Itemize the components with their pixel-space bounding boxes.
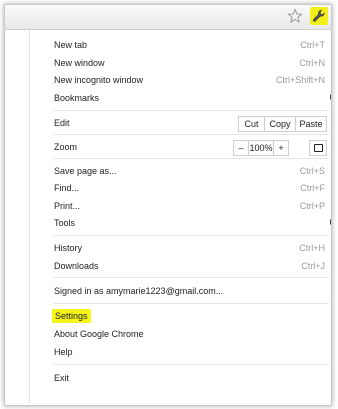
- menu-separator: [54, 158, 329, 159]
- paste-button[interactable]: Paste: [296, 117, 326, 131]
- zoom-in-button[interactable]: +: [274, 141, 288, 155]
- chrome-window: New tab Ctrl+T New window Ctrl+N New inc…: [4, 4, 332, 406]
- menu-item-label: About Google Chrome: [54, 329, 144, 339]
- submenu-arrow-icon: [330, 219, 331, 225]
- chrome-menu: New tab Ctrl+T New window Ctrl+N New inc…: [29, 30, 331, 403]
- wrench-icon: [312, 9, 325, 22]
- menu-item-label: Tools: [54, 218, 76, 228]
- menu-item-settings[interactable]: Settings: [30, 308, 329, 324]
- menu-item-shortcut: Ctrl+J: [301, 261, 325, 271]
- menu-item-shortcut: Ctrl+N: [299, 58, 325, 68]
- menu-separator: [54, 235, 329, 236]
- menu-item-zoom: Zoom – 100% +: [30, 139, 329, 156]
- menu-item-downloads[interactable]: Downloads Ctrl+J: [30, 258, 329, 274]
- copy-button[interactable]: Copy: [265, 117, 296, 131]
- menu-separator: [54, 303, 329, 304]
- menu-item-tools[interactable]: Tools: [30, 215, 331, 231]
- submenu-arrow-icon: [330, 94, 331, 100]
- menu-item-edit: Edit Cut Copy Paste: [30, 115, 329, 132]
- fullscreen-group: [309, 140, 327, 156]
- menu-item-find[interactable]: Find... Ctrl+F: [30, 180, 329, 196]
- menu-item-shortcut: Ctrl+F: [300, 183, 325, 193]
- menu-item-label: Settings: [52, 309, 91, 323]
- cut-button[interactable]: Cut: [239, 117, 265, 131]
- menu-item-shortcut: Ctrl+P: [299, 201, 325, 211]
- menu-item-bookmarks[interactable]: Bookmarks: [30, 90, 331, 106]
- menu-item-new-incognito-window[interactable]: New incognito window Ctrl+Shift+N: [30, 72, 329, 88]
- menu-item-signed-in[interactable]: Signed in as amymarie1223@gmail.com...: [30, 283, 329, 299]
- menu-item-label: Find...: [54, 183, 80, 193]
- menu-item-help[interactable]: Help: [30, 344, 329, 360]
- menu-item-label: New tab: [54, 40, 88, 50]
- menu-item-label: Zoom: [54, 142, 78, 152]
- menu-item-label: Downloads: [54, 261, 99, 271]
- menu-item-shortcut: Ctrl+T: [300, 40, 325, 50]
- zoom-out-button[interactable]: –: [234, 141, 249, 155]
- menu-item-label: Help: [54, 347, 73, 357]
- menu-item-about-google-chrome[interactable]: About Google Chrome: [30, 326, 329, 342]
- wrench-menu-button[interactable]: [310, 7, 328, 25]
- zoom-level: 100%: [249, 141, 274, 155]
- menu-item-label: New incognito window: [54, 75, 144, 85]
- zoom-controls: – 100% +: [233, 140, 289, 156]
- menu-separator: [54, 277, 329, 278]
- menu-item-print[interactable]: Print... Ctrl+P: [30, 198, 329, 214]
- menu-item-label: History: [54, 243, 83, 253]
- menu-item-label: New window: [54, 58, 105, 68]
- menu-item-exit[interactable]: Exit: [30, 370, 329, 386]
- fullscreen-icon: [313, 144, 323, 152]
- menu-item-label: Exit: [54, 373, 70, 383]
- browser-toolbar: [5, 5, 331, 30]
- menu-separator: [54, 110, 329, 111]
- fullscreen-button[interactable]: [310, 141, 326, 155]
- menu-separator: [54, 134, 329, 135]
- menu-item-new-window[interactable]: New window Ctrl+N: [30, 55, 329, 71]
- menu-item-label: Edit: [54, 118, 70, 128]
- menu-item-shortcut: Ctrl+H: [299, 243, 325, 253]
- menu-item-save-page-as[interactable]: Save page as... Ctrl+S: [30, 163, 329, 179]
- menu-separator: [54, 364, 329, 365]
- menu-item-label: Bookmarks: [54, 93, 100, 103]
- menu-item-shortcut: Ctrl+Shift+N: [275, 75, 325, 85]
- menu-item-shortcut: Ctrl+S: [299, 166, 325, 176]
- menu-item-label: Signed in as amymarie1223@gmail.com...: [54, 286, 224, 296]
- menu-item-new-tab[interactable]: New tab Ctrl+T: [30, 37, 329, 53]
- menu-item-label: Save page as...: [54, 166, 117, 176]
- edit-button-group: Cut Copy Paste: [238, 116, 327, 132]
- menu-item-label: Print...: [54, 201, 81, 211]
- menu-item-history[interactable]: History Ctrl+H: [30, 240, 329, 256]
- star-outline-icon[interactable]: [287, 8, 303, 24]
